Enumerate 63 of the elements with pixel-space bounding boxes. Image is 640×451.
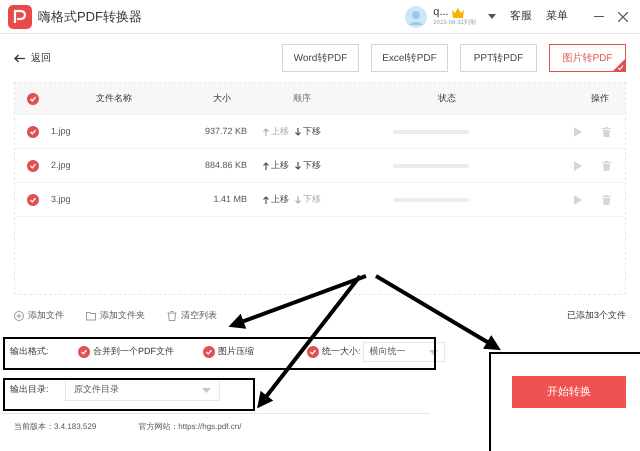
column-header: 顺序 <box>292 92 312 105</box>
crown-icon <box>452 8 464 18</box>
arrow-up-icon <box>263 162 269 170</box>
move-up-button[interactable]: 上移 <box>263 158 289 172</box>
arrow-down-icon <box>295 196 301 204</box>
output-format-label: 输出格式: <box>10 345 50 358</box>
back-button[interactable]: 返回 <box>14 50 51 66</box>
menu-link[interactable]: 菜单 <box>546 8 568 25</box>
folder-icon <box>86 311 96 321</box>
caret-icon <box>202 388 211 392</box>
caret-icon <box>428 350 438 354</box>
arrow-up-icon <box>263 128 269 136</box>
version-text: 当前版本：3.4.183.529 <box>14 421 96 433</box>
checkbox[interactable] <box>27 126 39 138</box>
plus-icon <box>14 311 24 321</box>
file-size: 937.72 KB <box>204 124 247 138</box>
checkbox[interactable] <box>78 346 90 358</box>
size-select[interactable]: 横向统一 <box>362 342 445 362</box>
user-name: q... <box>433 7 449 18</box>
selected-corner-icon <box>613 59 625 71</box>
file-name: 2.jpg <box>51 158 72 172</box>
conversion-tab[interactable]: Excel转PDF <box>371 44 448 72</box>
file-size: 1.41 MB <box>212 192 247 206</box>
file-size: 884.86 KB <box>204 158 247 172</box>
move-down-button[interactable]: 下移 <box>295 158 321 172</box>
file-name: 3.jpg <box>51 192 72 206</box>
checkbox[interactable] <box>27 160 39 172</box>
list-action-button[interactable]: 清空列表 <box>167 309 217 323</box>
option-label: 统一大小: <box>322 345 361 358</box>
website-text: 官方网站：https://hgs.pdf.cn/ <box>138 421 242 433</box>
output-dir-select[interactable]: 原文件目录 <box>65 379 220 401</box>
list-action-button[interactable]: 添加文件 <box>14 309 64 323</box>
column-header: 操作 <box>590 92 610 105</box>
trash-icon <box>167 311 177 321</box>
column-header: 文件名称 <box>95 92 133 105</box>
file-name: 1.jpg <box>51 124 72 138</box>
file-count: 已添加3个文件 <box>566 309 626 322</box>
arrow-up-icon <box>263 196 269 204</box>
option-label: 合并到一个PDF文件 <box>93 345 174 358</box>
column-header: 状态 <box>437 92 457 105</box>
checkbox[interactable] <box>27 92 39 104</box>
arrow-down-icon <box>295 162 301 170</box>
conversion-tab[interactable]: Word转PDF <box>282 44 359 72</box>
menu-link[interactable]: 客服 <box>510 8 532 25</box>
checkbox[interactable] <box>307 346 319 358</box>
column-header: 大小 <box>212 92 232 105</box>
output-dir-label: 输出目录: <box>10 383 50 396</box>
list-action-button[interactable]: 添加文件夹 <box>86 309 145 323</box>
arrow-down-icon <box>295 128 301 136</box>
close-icon[interactable] <box>618 12 628 22</box>
minimize-icon[interactable] <box>594 16 604 18</box>
move-up-button[interactable]: 上移 <box>263 192 289 206</box>
dropdown-icon[interactable] <box>488 14 496 19</box>
avatar-icon <box>405 6 428 28</box>
checkbox[interactable] <box>27 194 39 206</box>
option-label: 图片压缩 <box>218 345 254 358</box>
back-arrow-icon <box>14 54 25 62</box>
app-logo-icon <box>8 4 32 28</box>
conversion-tab[interactable]: PPT转PDF <box>460 44 537 72</box>
conversion-tab[interactable]: 图片转PDF <box>549 44 626 72</box>
app-title: 嗨格式PDF转换器 <box>38 8 142 26</box>
checkbox[interactable] <box>203 346 215 358</box>
move-down-button[interactable]: 下移 <box>295 124 321 138</box>
